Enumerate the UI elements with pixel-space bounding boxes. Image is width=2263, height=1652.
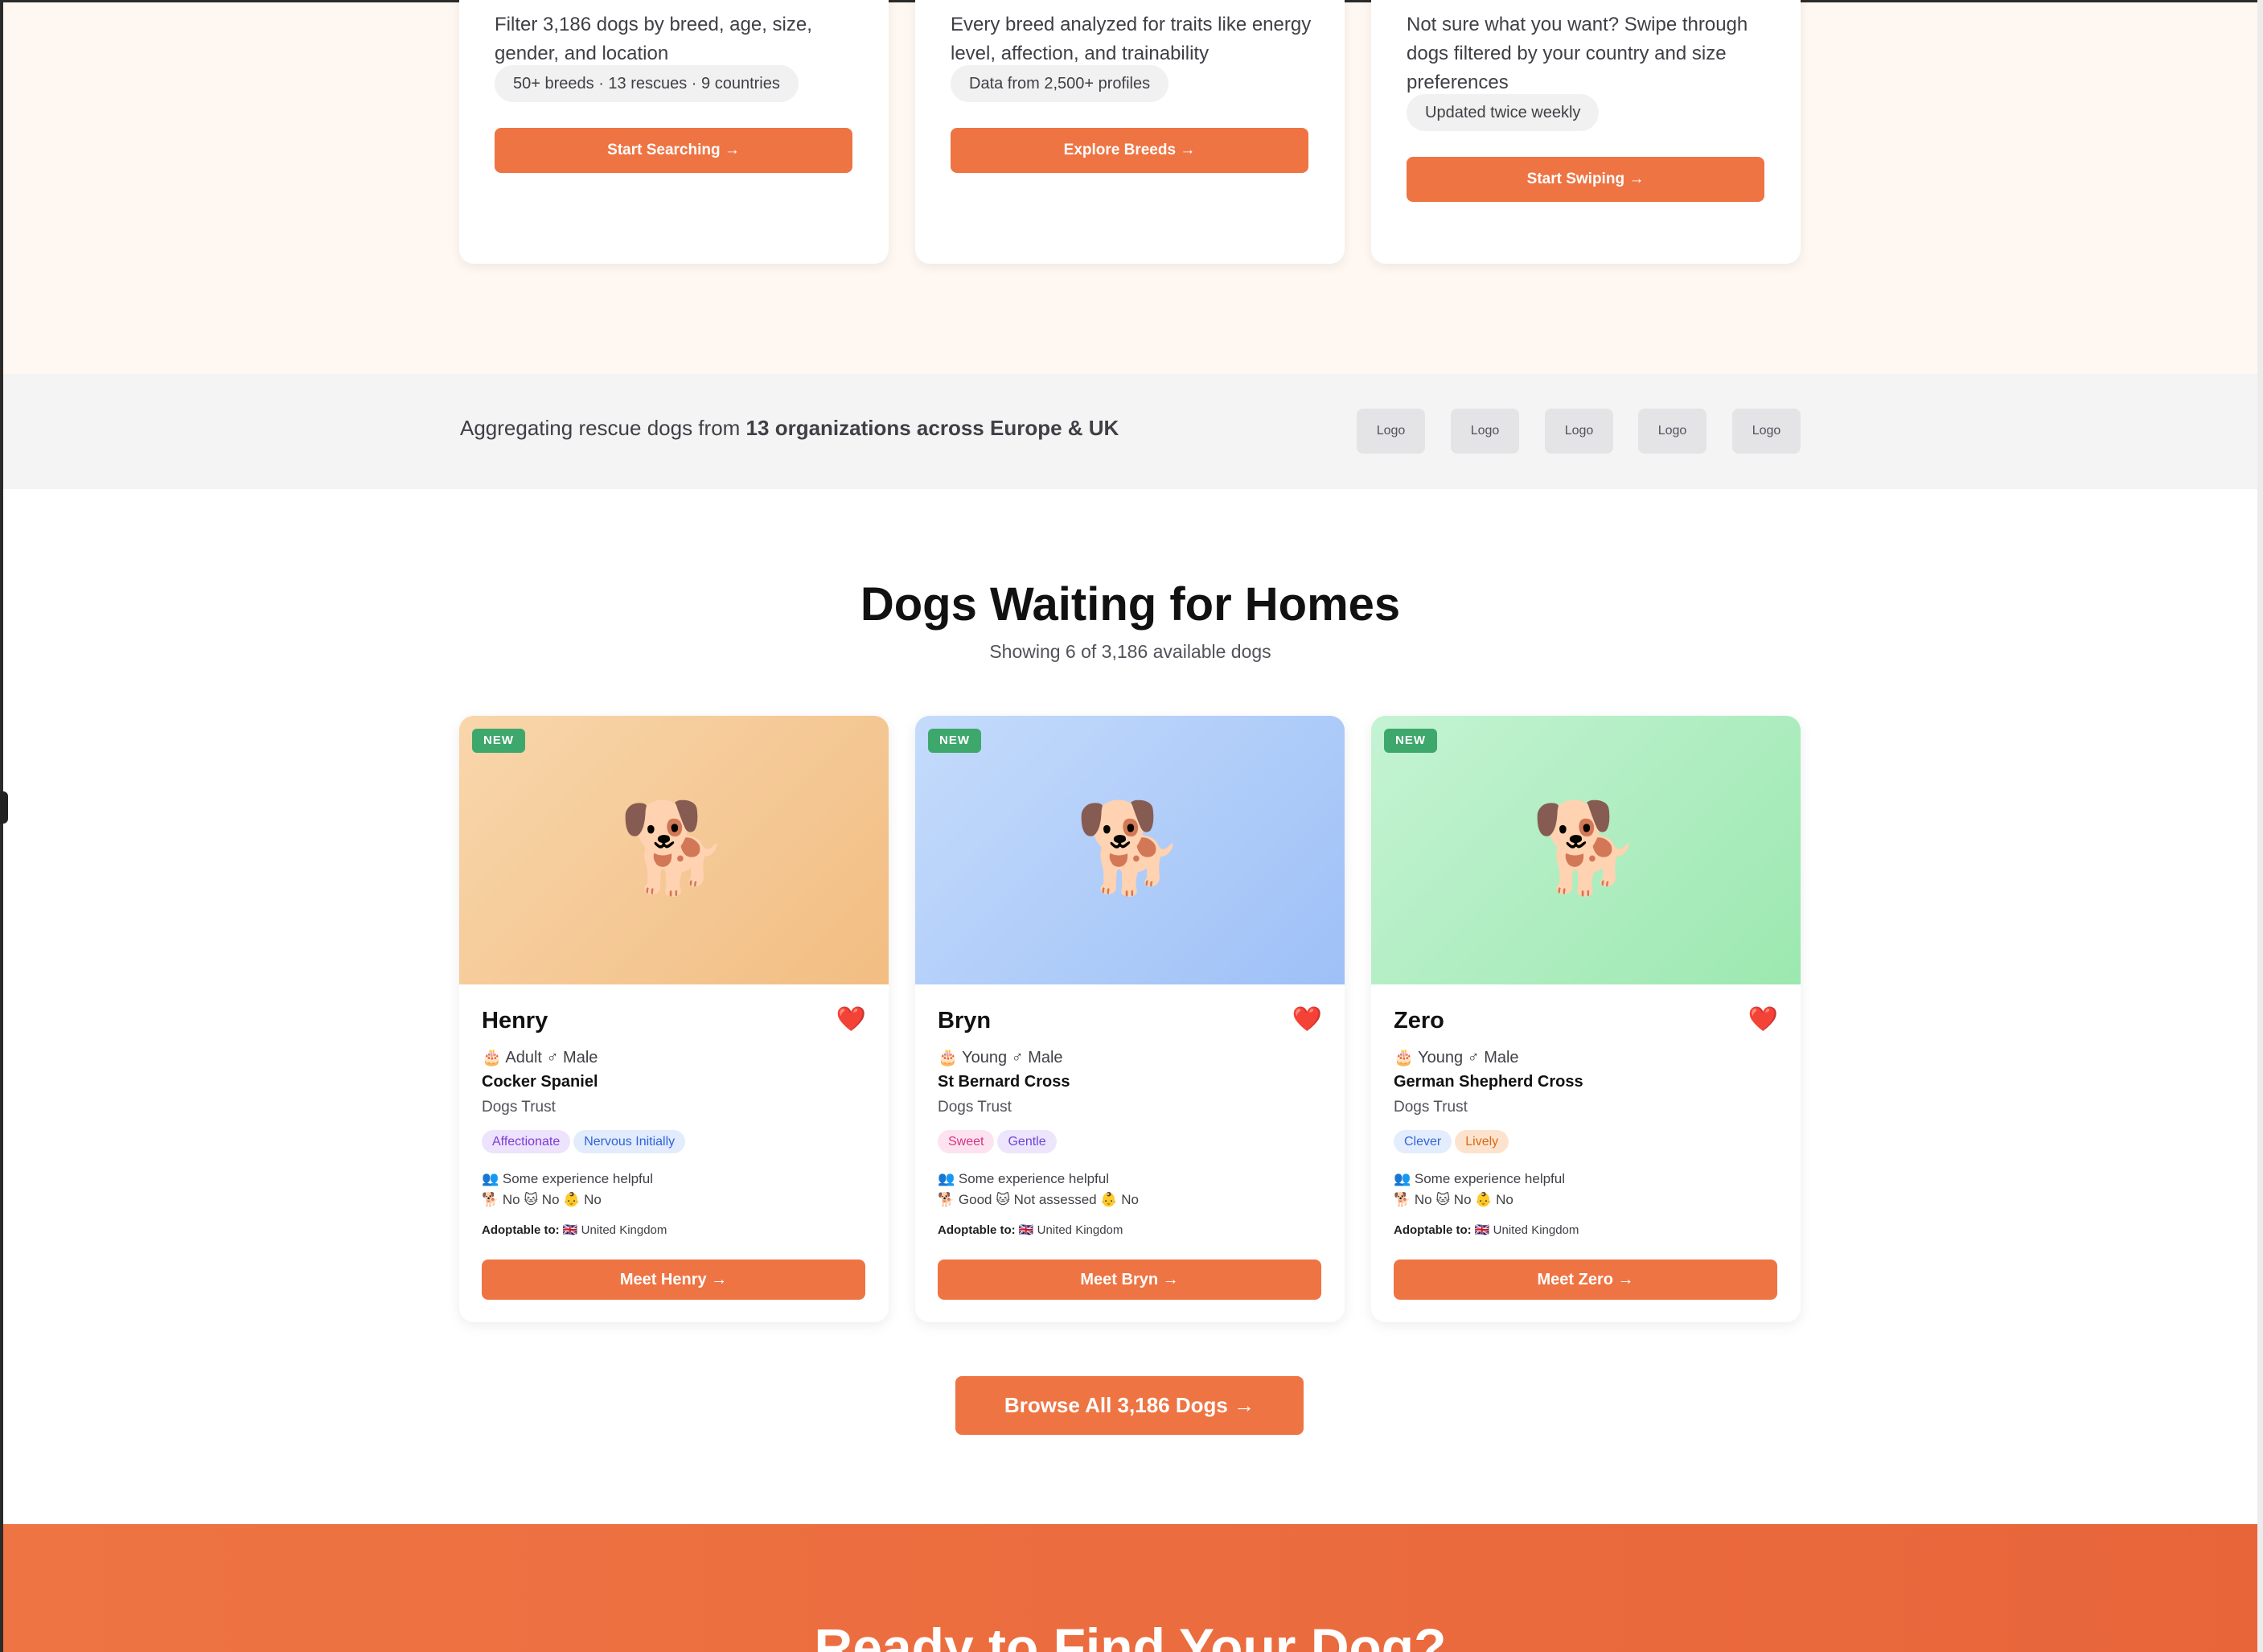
side-handle[interactable] <box>0 791 8 824</box>
meet-henry-button[interactable]: Meet Henry → <box>482 1260 865 1300</box>
adoptable-label: Adoptable to: <box>938 1223 1016 1237</box>
feature-stat-pill: Data from 2,500+ profiles <box>951 65 1169 102</box>
partners-text: Aggregating rescue dogs from 13 organiza… <box>460 416 1119 441</box>
partner-logo: Logo <box>1732 409 1801 454</box>
features-section: Filter 3,186 dogs by breed, age, size, g… <box>3 0 2257 374</box>
partner-logo: Logo <box>1545 409 1613 454</box>
adoptable-country: 🇬🇧 United Kingdom <box>1015 1223 1123 1237</box>
dog-breed: St Bernard Cross <box>938 1073 1070 1091</box>
scrollbar-track[interactable] <box>2257 0 2263 1652</box>
trait-tags: Affectionate Nervous Initially <box>482 1130 686 1153</box>
adoptable-to: Adoptable to: 🇬🇧 United Kingdom <box>938 1223 1123 1237</box>
partners-prefix: Aggregating rescue dogs from <box>460 416 746 440</box>
explore-breeds-button[interactable]: Explore Breeds → <box>951 128 1308 173</box>
feature-card-breeds: Every breed analyzed for traits like ene… <box>915 0 1345 264</box>
adoptable-to: Adoptable to: 🇬🇧 United Kingdom <box>482 1223 667 1237</box>
meet-zero-button[interactable]: Meet Zero → <box>1394 1260 1777 1300</box>
dog-organization: Dogs Trust <box>1394 1099 1468 1116</box>
partner-logo: Logo <box>1451 409 1519 454</box>
dog-age-gender: 🎂 Young ♂ Male <box>1394 1049 1519 1066</box>
trait-tag: Lively <box>1455 1130 1509 1153</box>
meet-bryn-button[interactable]: Meet Bryn → <box>938 1260 1321 1300</box>
adoptable-to: Adoptable to: 🇬🇧 United Kingdom <box>1394 1223 1579 1237</box>
start-searching-button[interactable]: Start Searching → <box>495 128 852 173</box>
dog-card[interactable]: NEW 🐕 Bryn ❤️ 🎂 Young ♂ Male St Bernard … <box>915 716 1345 1322</box>
adoptable-label: Adoptable to: <box>482 1223 560 1237</box>
partners-highlight: 13 organizations across Europe & UK <box>745 416 1119 440</box>
partners-strip: Aggregating rescue dogs from 13 organiza… <box>3 374 2257 489</box>
experience-info: 👥 Some experience helpful <box>482 1171 654 1186</box>
dog-card[interactable]: NEW 🐕 Zero ❤️ 🎂 Young ♂ Male German Shep… <box>1371 716 1801 1322</box>
new-badge: NEW <box>1384 729 1437 753</box>
section-title: Dogs Waiting for Homes <box>860 578 1401 631</box>
dog-name: Bryn <box>938 1008 992 1034</box>
feature-description: Not sure what you want? Swipe through do… <box>1407 14 1748 93</box>
dog-age-gender: 🎂 Young ♂ Male <box>938 1049 1063 1066</box>
feature-card-search: Filter 3,186 dogs by breed, age, size, g… <box>459 0 889 264</box>
dog-photo[interactable]: NEW 🐕 <box>1371 716 1801 984</box>
trait-tag: Sweet <box>938 1130 995 1153</box>
dog-icon: 🐕 <box>618 799 729 898</box>
new-badge: NEW <box>928 729 981 753</box>
favorite-heart-icon[interactable]: ❤️ <box>836 1006 866 1034</box>
adoptable-label: Adoptable to: <box>1394 1223 1472 1237</box>
section-subtitle: Showing 6 of 3,186 available dogs <box>989 641 1271 662</box>
partner-logo: Logo <box>1638 409 1706 454</box>
experience-info: 👥 Some experience helpful <box>938 1171 1110 1186</box>
start-swiping-button[interactable]: Start Swiping → <box>1407 157 1764 202</box>
feature-description: Filter 3,186 dogs by breed, age, size, g… <box>495 14 812 64</box>
adoptable-country: 🇬🇧 United Kingdom <box>559 1223 667 1237</box>
dog-breed: Cocker Spaniel <box>482 1073 598 1091</box>
adoptable-country: 🇬🇧 United Kingdom <box>1471 1223 1579 1237</box>
favorite-heart-icon[interactable]: ❤️ <box>1748 1006 1778 1034</box>
feature-card-swipe: Not sure what you want? Swipe through do… <box>1371 0 1801 264</box>
ready-title: Ready to Find Your Dog? <box>814 1617 1447 1652</box>
trait-tag: Gentle <box>997 1130 1057 1153</box>
dog-organization: Dogs Trust <box>938 1099 1012 1116</box>
trait-tags: Sweet Gentle <box>938 1130 1057 1153</box>
browse-all-dogs-button[interactable]: Browse All 3,186 Dogs → <box>955 1376 1304 1435</box>
feature-description: Every breed analyzed for traits like ene… <box>951 14 1312 64</box>
partner-logo: Logo <box>1357 409 1425 454</box>
dog-icon: 🐕 <box>1074 799 1185 898</box>
new-badge: NEW <box>472 729 525 753</box>
dog-photo[interactable]: NEW 🐕 <box>915 716 1345 984</box>
dog-photo[interactable]: NEW 🐕 <box>459 716 889 984</box>
trait-tags: Clever Lively <box>1394 1130 1509 1153</box>
trait-tag: Nervous Initially <box>573 1130 686 1153</box>
experience-info: 👥 Some experience helpful <box>1394 1171 1566 1186</box>
feature-stat-pill: 50+ breeds · 13 rescues · 9 countries <box>495 65 799 102</box>
favorite-heart-icon[interactable]: ❤️ <box>1292 1006 1322 1034</box>
ready-cta-section: Ready to Find Your Dog? <box>3 1524 2257 1652</box>
feature-stat-pill: Updated twice weekly <box>1407 94 1600 131</box>
dog-age-gender: 🎂 Adult ♂ Male <box>482 1049 598 1066</box>
dog-name: Henry <box>482 1008 548 1034</box>
dog-card[interactable]: NEW 🐕 Henry ❤️ 🎂 Adult ♂ Male Cocker Spa… <box>459 716 889 1322</box>
compatibility-info: 🐕 Good 🐱 Not assessed 👶 No <box>938 1192 1139 1207</box>
dog-name: Zero <box>1394 1008 1444 1034</box>
trait-tag: Clever <box>1394 1130 1452 1153</box>
compatibility-info: 🐕 No 🐱 No 👶 No <box>482 1192 602 1207</box>
dog-icon: 🐕 <box>1530 799 1641 898</box>
compatibility-info: 🐕 No 🐱 No 👶 No <box>1394 1192 1513 1207</box>
dog-organization: Dogs Trust <box>482 1099 556 1116</box>
trait-tag: Affectionate <box>482 1130 571 1153</box>
dog-breed: German Shepherd Cross <box>1394 1073 1583 1091</box>
